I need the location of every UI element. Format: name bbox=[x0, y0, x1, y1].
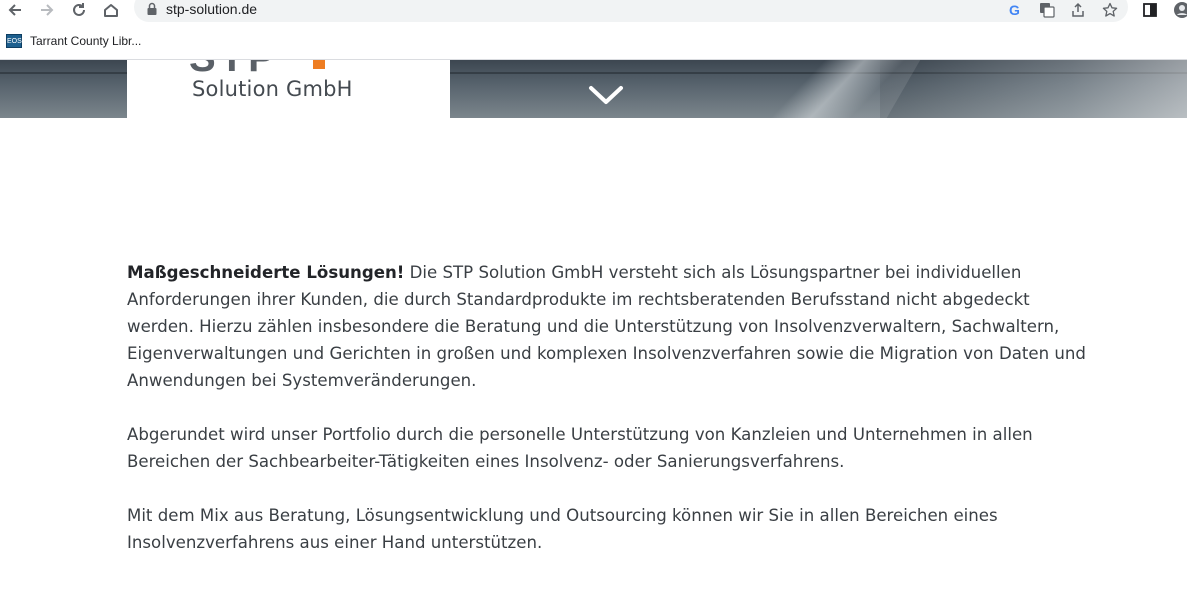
url-text[interactable]: stp-solution.de bbox=[166, 0, 257, 18]
translate-icon[interactable] bbox=[1038, 1, 1056, 19]
bookmark-star-icon[interactable] bbox=[1101, 1, 1119, 19]
portfolio-text: Abgerundet wird unser Portfolio durch di… bbox=[127, 425, 1033, 471]
bookmark-favicon-icon: EOS bbox=[6, 34, 22, 48]
portfolio-paragraph: Abgerundet wird unser Portfolio durch di… bbox=[127, 421, 1087, 475]
scroll-down-chevron-icon[interactable] bbox=[588, 84, 624, 106]
intro-paragraph: Maßgeschneiderte Lösungen! Die STP Solut… bbox=[127, 259, 1087, 394]
reload-button[interactable] bbox=[68, 0, 90, 20]
home-icon bbox=[104, 4, 118, 17]
lock-icon bbox=[147, 2, 157, 15]
forward-button[interactable] bbox=[36, 0, 58, 20]
main-content: Maßgeschneiderte Lösungen! Die STP Solut… bbox=[127, 259, 1087, 583]
home-button[interactable] bbox=[100, 0, 122, 20]
address-bar[interactable] bbox=[134, 0, 1128, 22]
svg-text:G: G bbox=[1009, 2, 1020, 18]
bookmarks-bar: EOS Tarrant County Libr... bbox=[0, 26, 1187, 60]
mix-paragraph: Mit dem Mix aus Beratung, Lösungsentwick… bbox=[127, 502, 1087, 556]
site-logo[interactable]: STP Solution GmbH bbox=[127, 60, 450, 118]
bookmark-label: Tarrant County Libr... bbox=[30, 34, 142, 48]
profile-avatar-icon[interactable] bbox=[1172, 0, 1187, 20]
back-arrow-icon bbox=[8, 4, 21, 16]
logo-company-name: Solution GmbH bbox=[192, 77, 353, 101]
intro-lead: Maßgeschneiderte Lösungen! bbox=[127, 263, 405, 282]
hero-background-photo bbox=[880, 60, 1187, 118]
back-button[interactable] bbox=[4, 0, 26, 20]
side-panel-icon[interactable] bbox=[1140, 0, 1160, 20]
intro-text: Die STP Solution GmbH versteht sich als … bbox=[127, 263, 1086, 390]
reload-icon bbox=[73, 3, 85, 16]
google-icon[interactable]: G bbox=[1006, 1, 1024, 19]
logo-accent-shape bbox=[313, 60, 325, 69]
browser-toolbar: stp-solution.de G bbox=[0, 0, 1187, 26]
share-icon[interactable] bbox=[1069, 1, 1087, 19]
forward-arrow-icon bbox=[41, 4, 54, 16]
bookmark-item[interactable]: EOS Tarrant County Libr... bbox=[6, 33, 141, 49]
mix-text: Mit dem Mix aus Beratung, Lösungsentwick… bbox=[127, 506, 998, 552]
